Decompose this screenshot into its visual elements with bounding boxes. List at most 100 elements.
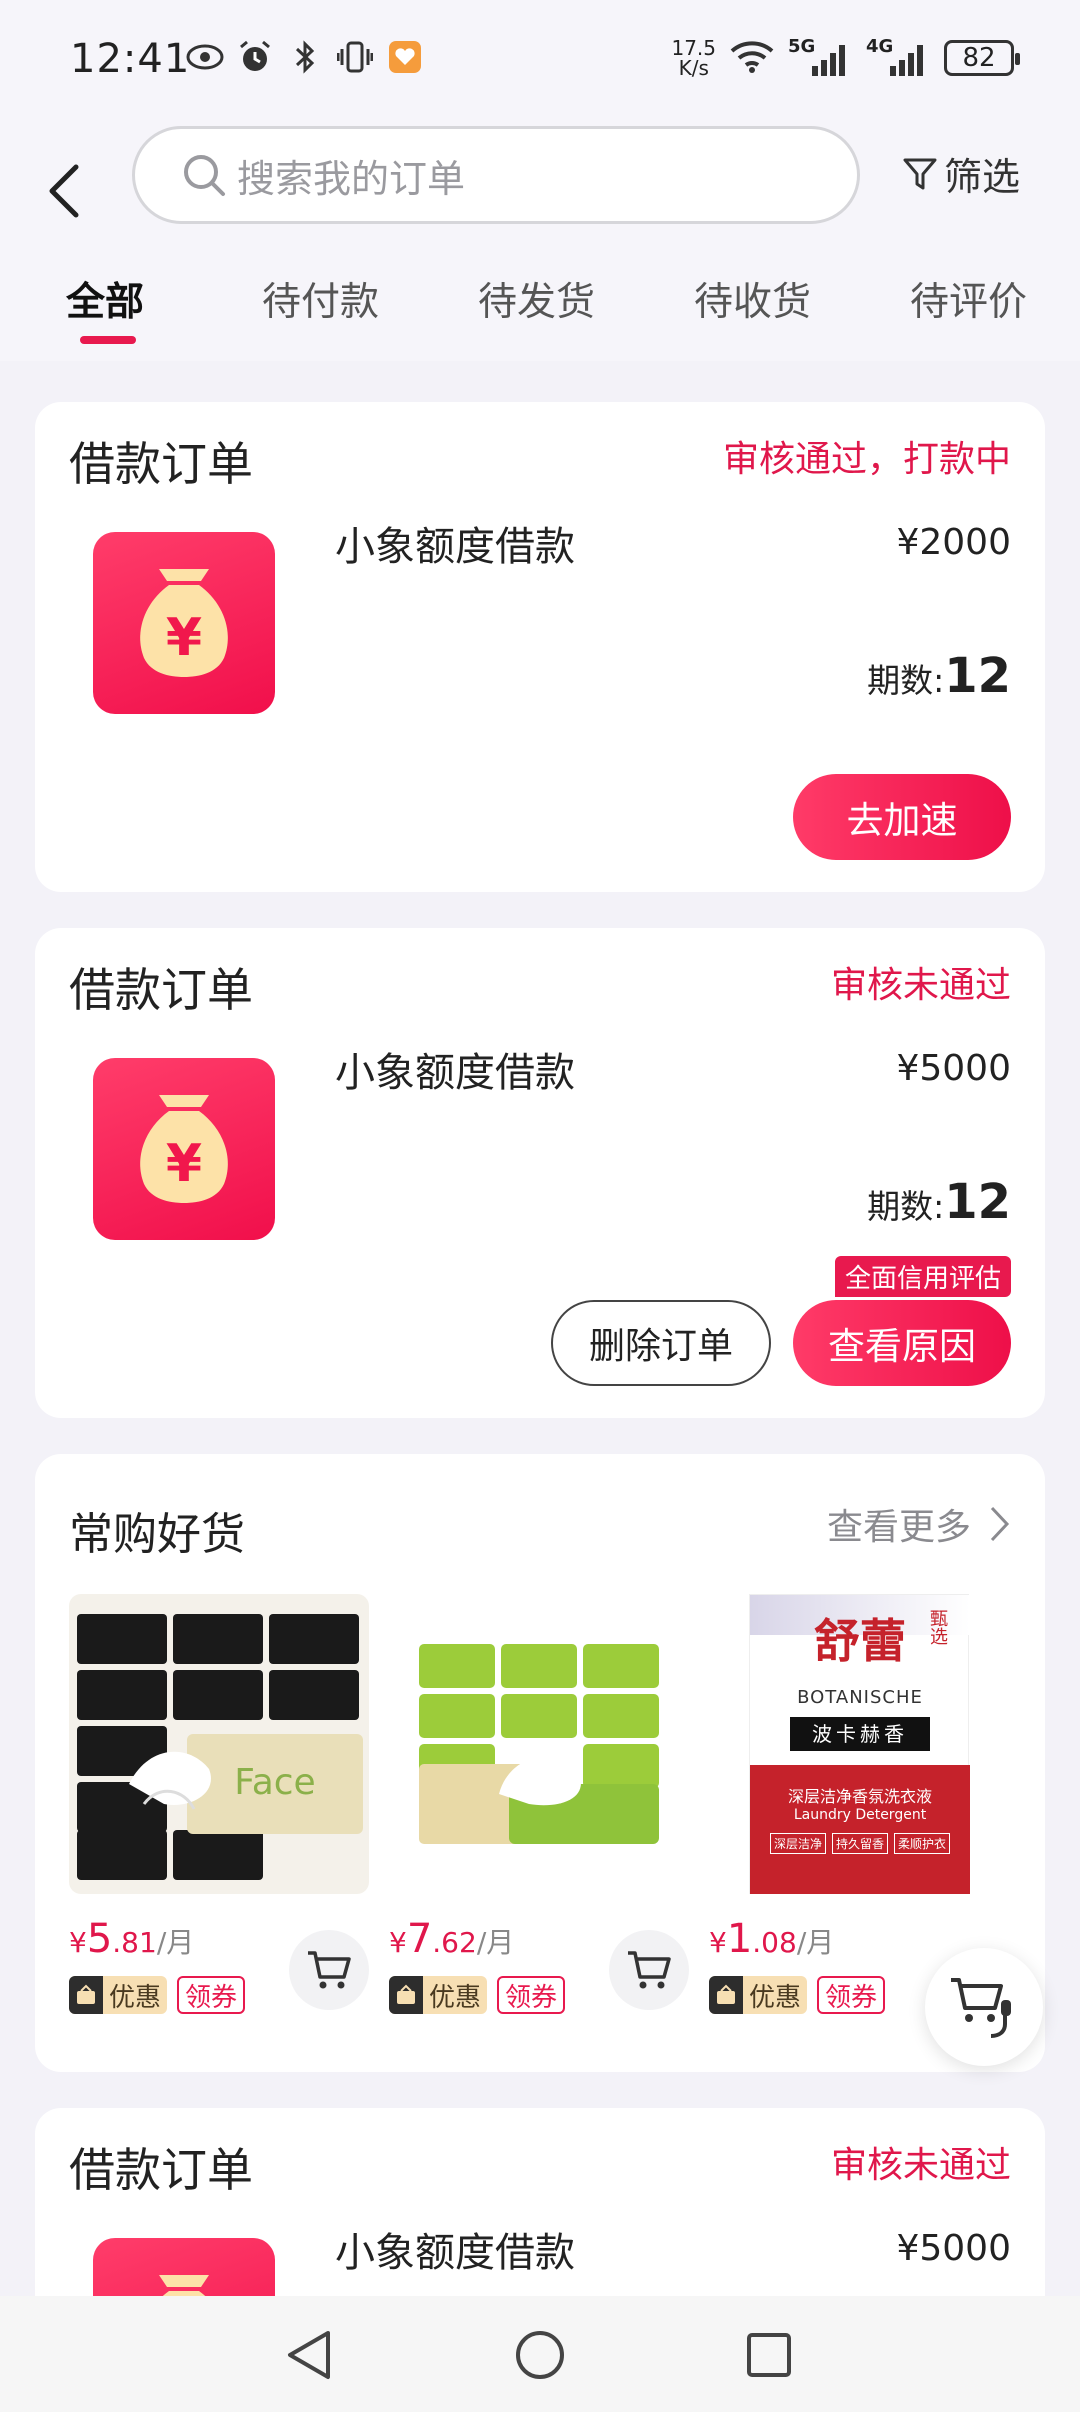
status-time: 12:41: [70, 36, 191, 82]
nav-back-button[interactable]: [274, 2320, 344, 2390]
frequent-goods-card: 常购好货 查看更多 Face ¥5.81/月 优惠 领券 ¥7.62/月 优惠 …: [35, 1454, 1045, 2072]
face-brand-text: Face: [234, 1762, 315, 1803]
add-to-cart-button[interactable]: [609, 1930, 689, 2010]
periods-value: 12: [944, 1174, 1011, 1230]
product-price: ¥2000: [896, 522, 1011, 563]
goods-price: ¥1.08/月: [709, 1916, 834, 1962]
discount-icon: [389, 1976, 423, 2014]
customer-service-button[interactable]: [925, 1948, 1043, 2066]
svg-text:¥: ¥: [166, 608, 202, 668]
detergent-desc: 深层洁净香氛洗衣液: [787, 1787, 932, 1806]
net-speed: 17.5 K/s: [671, 38, 716, 78]
currency: ¥: [709, 1926, 727, 1959]
periods-label: 期数:: [867, 1187, 945, 1226]
back-button[interactable]: [40, 148, 88, 234]
price-dec: .08: [752, 1926, 797, 1959]
cart-icon: [308, 1951, 351, 1989]
detergent-en: Laundry Detergent: [793, 1807, 927, 1823]
search-icon: [184, 155, 225, 196]
active-tab-indicator: [80, 336, 136, 344]
cart-icon: [628, 1951, 671, 1989]
get-coupon-badge[interactable]: 领券: [817, 1976, 886, 2014]
goods-coupons: 优惠 领券: [709, 1976, 886, 2014]
discount-icon: [69, 1976, 103, 2014]
order-status: 审核通过，打款中: [722, 439, 1011, 480]
status-icons-left: [186, 38, 424, 76]
status-right: 17.5 K/s 5G 4G 82: [671, 36, 1020, 78]
system-nav-bar: [0, 2296, 1080, 2412]
discount-icon: [709, 1976, 743, 2014]
goods-price: ¥5.81/月: [69, 1916, 194, 1962]
nav-recents-button[interactable]: [734, 2320, 804, 2390]
bluetooth-icon: [286, 38, 324, 76]
product-image-tissue-black[interactable]: Face: [69, 1594, 369, 1894]
goods-item[interactable]: ¥7.62/月 优惠 领券: [389, 1594, 689, 2014]
goods-title: 常购好货: [69, 1509, 245, 1560]
periods-label: 期数:: [867, 661, 945, 700]
installment-periods: 期数:12: [867, 1174, 1011, 1230]
product-price: ¥5000: [896, 1048, 1011, 1089]
price-int: 7: [406, 1916, 433, 1962]
vibrate-icon: [336, 38, 374, 76]
view-more-link[interactable]: 查看更多: [827, 1498, 1011, 1550]
search-input[interactable]: 搜索我的订单: [132, 126, 860, 224]
pack-bottom: 深层洁净香氛洗衣液 Laundry Detergent 深层洁净 持久留香 柔顺…: [750, 1765, 970, 1894]
add-to-cart-button[interactable]: [289, 1930, 369, 2010]
feature-3: 柔顺护衣: [894, 1833, 951, 1854]
product-name: 小象额度借款: [335, 1050, 575, 1096]
goods-coupons: 优惠 领券: [389, 1976, 566, 2014]
tab-pending-shipment[interactable]: 待发货: [478, 271, 595, 327]
view-more-label: 查看更多: [826, 1507, 971, 1548]
nav-back-icon: [288, 2331, 330, 2379]
filter-label: 筛选: [944, 155, 1021, 199]
order-status: 审核未通过: [830, 2145, 1011, 2186]
discount-label: 优惠: [109, 1982, 162, 2013]
goods-item[interactable]: 舒蕾 甄选 BOTANISCHE 波卡赫香 深层洁净香氛洗衣液 Laundry …: [709, 1594, 1009, 2014]
nav-home-icon: [516, 2331, 564, 2379]
speed-up-button[interactable]: 去加速: [793, 774, 1011, 860]
delete-order-button[interactable]: 删除订单: [551, 1300, 771, 1386]
discount-badge: 优惠: [389, 1976, 488, 2014]
tab-pending-receipt[interactable]: 待收货: [694, 271, 811, 327]
money-bag-icon: ¥: [93, 532, 275, 714]
detergent-features: 深层洁净 持久留香 柔顺护衣: [750, 1833, 970, 1854]
net-speed-unit: K/s: [678, 56, 709, 80]
discount-badge: 优惠: [709, 1976, 808, 2014]
chevron-right-icon: [990, 1506, 1010, 1542]
get-coupon-badge[interactable]: 领券: [177, 1976, 246, 2014]
order-card[interactable]: 借款订单 审核未通过 ¥ 小象额度借款 ¥5000 期数:12 全面信用评估 删…: [35, 928, 1045, 1418]
discount-badge: 优惠: [69, 1976, 168, 2014]
net2-label: 4G: [866, 36, 894, 57]
tab-all[interactable]: 全部: [66, 271, 144, 327]
tab-pending-review[interactable]: 待评价: [910, 271, 1027, 327]
product-image-detergent[interactable]: 舒蕾 甄选 BOTANISCHE 波卡赫香 深层洁净香氛洗衣液 Laundry …: [709, 1594, 1009, 1894]
filter-icon: [903, 158, 937, 189]
view-reason-button[interactable]: 查看原因: [793, 1300, 1011, 1386]
app-notification-icon: [386, 38, 424, 76]
installment-periods: 期数:12: [867, 648, 1011, 704]
order-card[interactable]: 借款订单 审核通过，打款中 ¥ 小象额度借款 ¥2000 期数:12 去加速: [35, 402, 1045, 892]
feature-1: 深层洁净: [769, 1833, 826, 1854]
goods-item[interactable]: Face ¥5.81/月 优惠 领券: [69, 1594, 369, 2014]
product-image-tissue-green[interactable]: [389, 1594, 689, 1894]
search-placeholder: 搜索我的订单: [237, 156, 466, 201]
price-dec: .81: [112, 1926, 157, 1959]
get-coupon-badge[interactable]: 领券: [497, 1976, 566, 2014]
nav-home-button[interactable]: [505, 2320, 575, 2390]
header: 搜索我的订单 筛选: [0, 126, 1080, 261]
tab-pending-payment[interactable]: 待付款: [262, 271, 379, 327]
goods-price: ¥7.62/月: [389, 1916, 514, 1962]
discount-label: 优惠: [429, 1982, 482, 2013]
net-speed-value: 17.5: [671, 36, 716, 60]
discount-label: 优惠: [749, 1982, 802, 2013]
currency: ¥: [389, 1926, 407, 1959]
price-per: /月: [796, 1926, 835, 1959]
battery-icon: 82: [944, 40, 1020, 76]
detergent-pack: 舒蕾 甄选 BOTANISCHE 波卡赫香 深层洁净香氛洗衣液 Laundry …: [749, 1594, 970, 1894]
back-arrow-icon: [49, 164, 79, 218]
filter-button[interactable]: 筛选: [902, 146, 1020, 201]
money-bag-icon: ¥: [93, 1058, 275, 1240]
order-tabs: 全部 待付款 待发货 待收货 待评价: [0, 261, 1080, 361]
order-title: 借款订单: [69, 963, 253, 1017]
cart-headset-icon: [951, 1978, 1011, 2038]
